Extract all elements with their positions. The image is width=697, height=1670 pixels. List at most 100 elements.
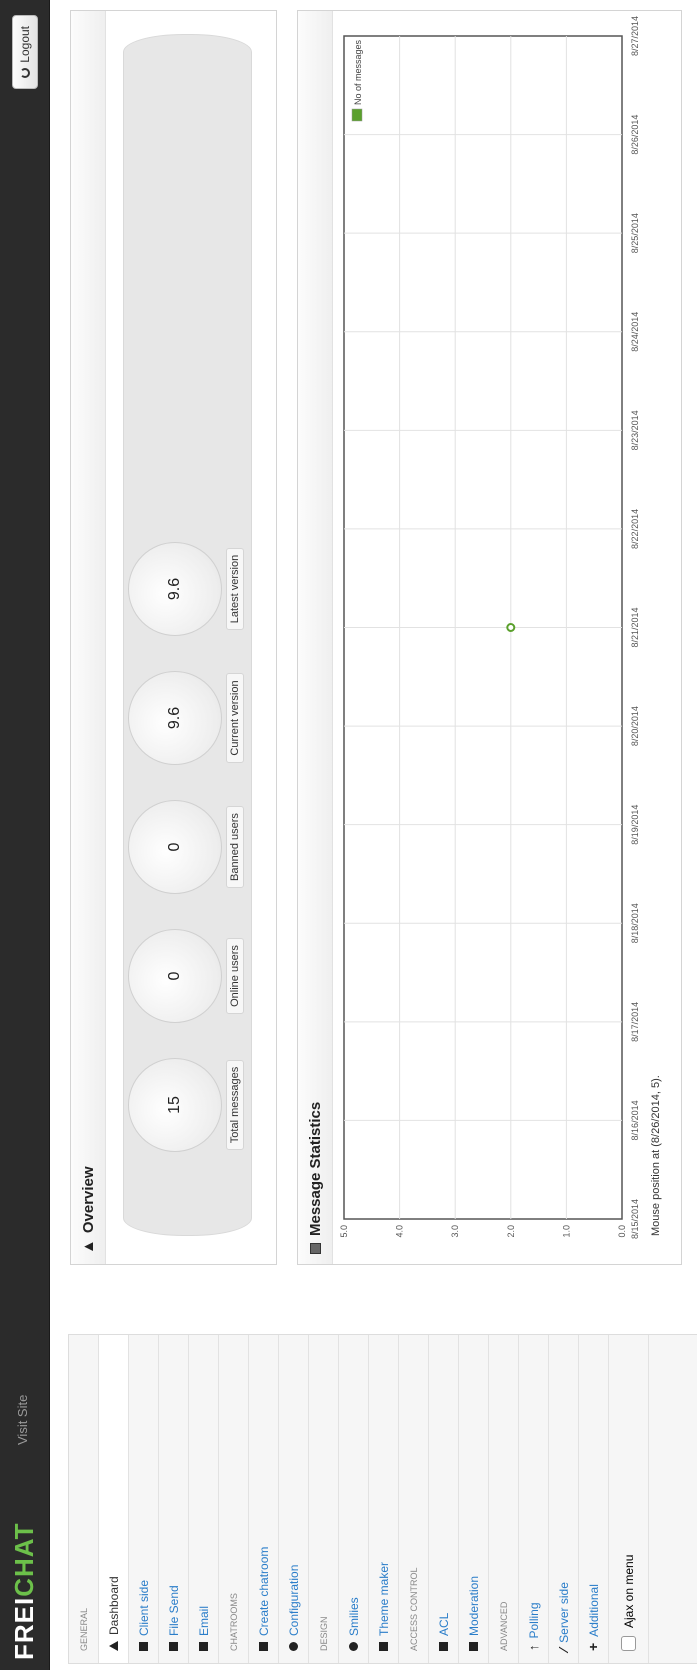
sidebar-item-label: Configuration	[286, 1564, 301, 1636]
statistics-icon	[309, 1243, 321, 1254]
sidebar-item-label: Theme maker	[376, 1561, 391, 1636]
stat-total-messages: 15 Total messages	[128, 1055, 244, 1155]
sidebar-item-label: Moderation	[466, 1575, 481, 1636]
sidebar-item-label: Client side	[136, 1579, 151, 1636]
overview-icon: ▲	[79, 1239, 97, 1254]
legend-swatch	[351, 108, 363, 122]
ajax-checkbox-label: Ajax on menu	[621, 1554, 636, 1628]
x-tick-label: 8/20/2014	[630, 706, 640, 746]
stat-latest-version: 9.6 Latest version	[128, 539, 244, 639]
page: FREI CHAT Visit Site Logout GENERAL Dashbo…	[0, 0, 697, 1670]
sidebar-item-moderation[interactable]: Moderation	[459, 1335, 489, 1663]
image-icon	[379, 1642, 388, 1651]
logo-text-chat: CHAT	[8, 1522, 39, 1597]
top-bar: FREI CHAT Visit Site Logout	[0, 0, 50, 1670]
gear-icon	[289, 1642, 298, 1651]
logo[interactable]: FREI CHAT	[9, 1522, 39, 1660]
logout-label: Logout	[18, 26, 32, 63]
sidebar-item-label: Server side	[556, 1582, 571, 1643]
sidebar-item-theme-maker[interactable]: Theme maker	[369, 1335, 399, 1663]
nav-section-design: DESIGN	[309, 1335, 339, 1663]
sidebar: GENERAL Dashboard Client side File Send Emai…	[68, 1334, 697, 1664]
statistics-title: Message Statistics	[306, 1101, 324, 1236]
y-tick-label: 0.0	[617, 1225, 627, 1238]
sidebar-item-dashboard[interactable]: Dashboard	[99, 1335, 129, 1663]
mouse-position-text: Mouse position at (8/26/2014, 5).	[650, 1075, 662, 1236]
stat-value: 0	[128, 800, 222, 894]
data-point	[506, 623, 516, 632]
client-icon	[139, 1642, 148, 1651]
sidebar-item-label: Smilies	[346, 1597, 361, 1636]
sidebar-item-email[interactable]: Email	[189, 1335, 219, 1663]
file-icon	[169, 1642, 178, 1651]
legend-label: No of messages	[353, 39, 363, 105]
x-tick-label: 8/16/2014	[630, 1100, 640, 1140]
home-icon	[109, 1641, 118, 1651]
x-tick-label: 8/19/2014	[630, 805, 640, 845]
stat-value: 0	[128, 929, 222, 1023]
stat-current-version: 9.6 Current version	[128, 668, 244, 768]
sidebar-item-configuration[interactable]: Configuration	[279, 1335, 309, 1663]
x-tick-label: 8/22/2014	[630, 509, 640, 549]
sidebar-item-label: Email	[196, 1605, 211, 1636]
smiley-icon	[349, 1642, 358, 1651]
y-tick-label: 4.0	[395, 1225, 405, 1238]
logo-text-frei: FREI	[8, 1596, 39, 1660]
stat-banned-users: 0 Banned users	[128, 797, 244, 897]
stat-value: 9.6	[128, 542, 222, 636]
x-tick-label: 8/23/2014	[630, 410, 640, 450]
sidebar-item-server-side[interactable]: ⁄ Server side	[549, 1335, 579, 1663]
plus-icon: +	[585, 1642, 601, 1651]
sidebar-item-smilies[interactable]: Smilies	[339, 1335, 369, 1663]
sidebar-item-additional[interactable]: + Additional	[579, 1335, 609, 1663]
x-tick-label: 8/25/2014	[630, 213, 640, 253]
overview-panel: ▲ Overview 15 Total messages 0 Online users…	[70, 10, 277, 1265]
sidebar-item-file-send[interactable]: File Send	[159, 1335, 189, 1663]
sidebar-item-acl[interactable]: ACL	[429, 1335, 459, 1663]
message-statistics-panel: Message Statistics 8/15/2014 8/16/2014 8/1…	[297, 10, 682, 1265]
y-tick-label: 2.0	[506, 1225, 516, 1238]
sidebar-item-label: Polling	[526, 1602, 541, 1639]
overview-title: Overview	[79, 1166, 97, 1234]
stat-label: Latest version	[226, 547, 244, 631]
ajax-checkbox[interactable]	[621, 1636, 636, 1651]
x-tick-label: 8/24/2014	[630, 312, 640, 352]
y-tick-label: 1.0	[561, 1225, 571, 1238]
x-tick-label: 8/17/2014	[630, 1002, 640, 1042]
nav-section-advanced: ADVANCED	[489, 1335, 519, 1663]
stat-value: 15	[128, 1058, 222, 1152]
lock-icon	[439, 1642, 448, 1651]
x-tick-label: 8/18/2014	[630, 903, 640, 943]
stat-label: Banned users	[226, 806, 244, 888]
logout-button[interactable]: Logout	[12, 15, 38, 89]
sidebar-item-label: File Send	[166, 1585, 181, 1636]
stat-online-users: 0 Online users	[128, 926, 244, 1026]
sidebar-item-label: ACL	[436, 1612, 451, 1636]
power-icon	[20, 67, 30, 78]
chatroom-icon	[259, 1642, 268, 1651]
sidebar-item-label: Dashboard	[106, 1576, 121, 1635]
y-tick-label: 3.0	[450, 1225, 460, 1238]
sidebar-item-create-chatroom[interactable]: Create chatroom	[249, 1335, 279, 1663]
nav-list: GENERAL Dashboard Client side File Send Emai…	[69, 1335, 609, 1663]
x-tick-label: 8/21/2014	[630, 607, 640, 647]
stat-label: Total messages	[226, 1059, 244, 1151]
stat-value: 9.6	[128, 671, 222, 765]
nav-section-access-control: ACCESS CONTROL	[399, 1335, 429, 1663]
ajax-on-menu-toggle[interactable]: Ajax on menu	[609, 1335, 649, 1663]
arrow-up-icon: ↑	[526, 1644, 541, 1652]
sidebar-item-client-side[interactable]: Client side	[129, 1335, 159, 1663]
overview-header: ▲ Overview	[71, 11, 106, 1264]
message-chart[interactable]: 8/15/2014 8/16/2014 8/17/2014 8/18/2014 8/19…	[332, 11, 648, 1264]
sidebar-item-polling[interactable]: ↑ Polling	[519, 1335, 549, 1663]
nav-section-chatrooms: CHATROOMS	[219, 1335, 249, 1663]
stat-label: Online users	[226, 938, 244, 1014]
overview-tray: 15 Total messages 0 Online users 0 Banned use…	[123, 34, 252, 1236]
visit-site-link[interactable]: Visit Site	[15, 1395, 30, 1445]
x-tick-label: 8/15/2014	[630, 1199, 640, 1239]
x-tick-label: 8/26/2014	[630, 115, 640, 155]
email-icon	[199, 1642, 208, 1651]
nav-section-general: GENERAL	[69, 1335, 99, 1663]
stat-label: Current version	[226, 673, 244, 763]
y-tick-label: 5.0	[339, 1225, 349, 1238]
